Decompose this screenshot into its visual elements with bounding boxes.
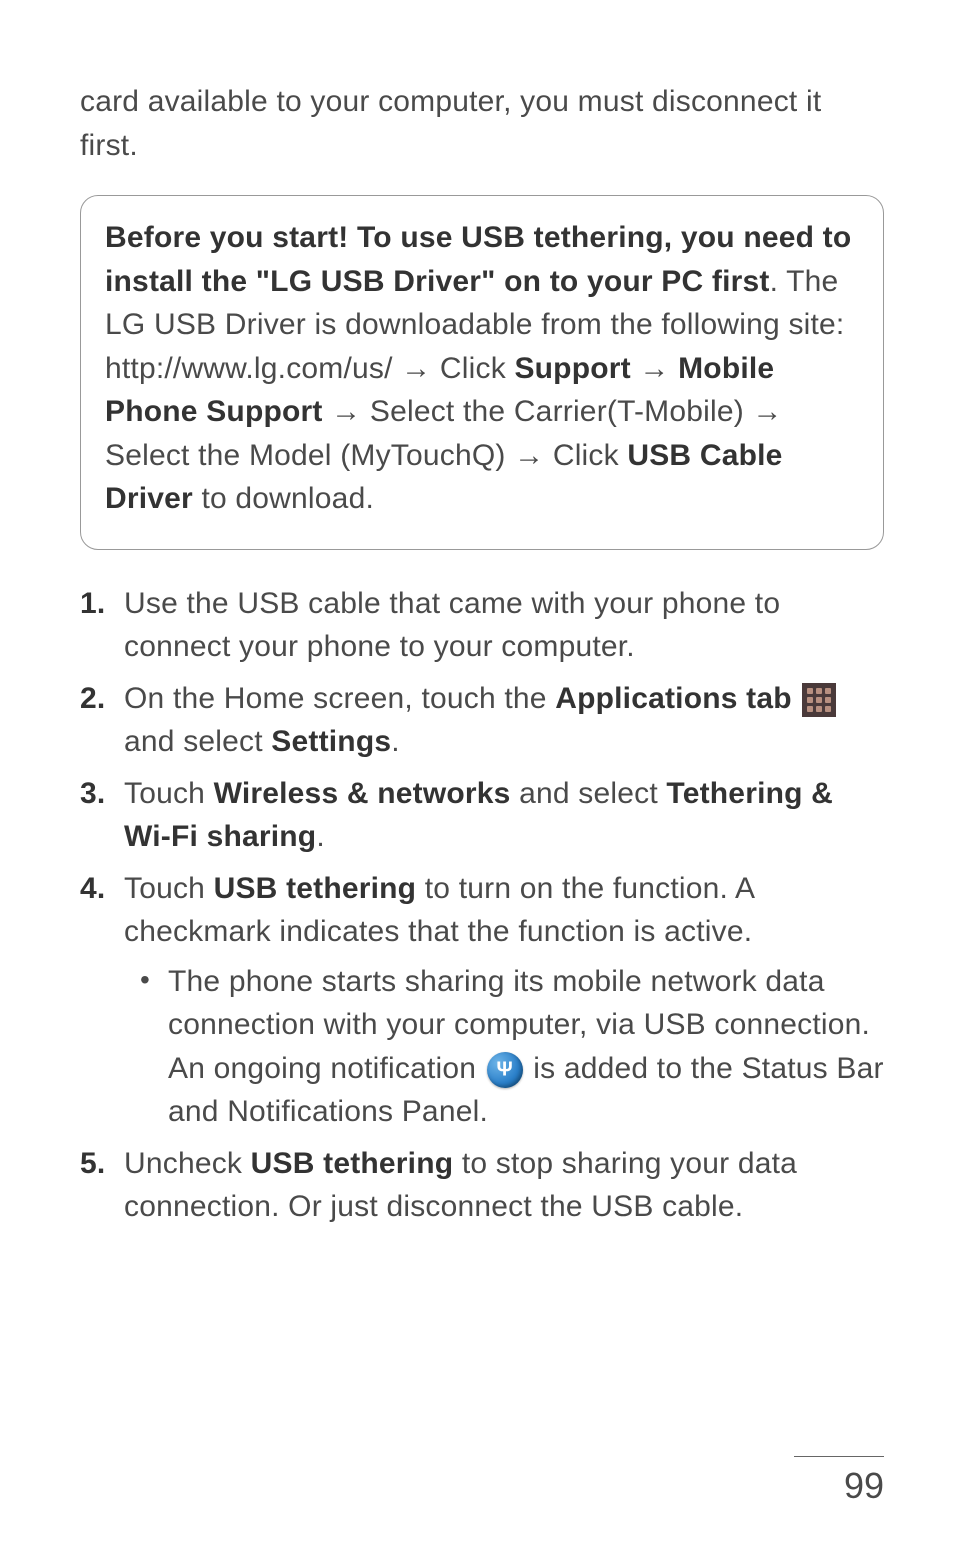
step-2-bold-d: Settings: [271, 725, 391, 758]
usb-notification-icon: [487, 1052, 523, 1088]
steps-list: Use the USB cable that came with your ph…: [80, 582, 884, 1229]
step-5-text-a: Uncheck: [124, 1147, 251, 1180]
step-3-text-a: Touch: [124, 777, 214, 810]
note-bold-1: Before you start! To use USB tethering, …: [105, 221, 851, 298]
applications-tab-icon: [802, 683, 836, 717]
step-1: Use the USB cable that came with your ph…: [80, 582, 884, 669]
step-4-bullet: The phone starts sharing its mobile netw…: [124, 960, 884, 1134]
intro-paragraph: card available to your computer, you mus…: [80, 80, 884, 167]
step-3-text-c: and select: [511, 777, 667, 810]
page-footer-line: [794, 1456, 884, 1458]
page-number: 99: [794, 1465, 884, 1507]
step-5: Uncheck USB tethering to stop sharing yo…: [80, 1142, 884, 1229]
step-2-bold-b: Applications tab: [555, 682, 792, 715]
step-4-text-a: Touch: [124, 872, 214, 905]
step-3: Touch Wireless & networks and select Tet…: [80, 772, 884, 859]
step-2-text-e: .: [391, 725, 400, 758]
step-4: Touch USB tethering to turn on the funct…: [80, 867, 884, 1134]
step-2-text-c: and select: [124, 725, 271, 758]
note-text-4: to download.: [193, 482, 374, 515]
note-bold-2: Support: [514, 352, 630, 385]
step-4-bold-b: USB tethering: [214, 872, 417, 905]
step-2-text-a: On the Home screen, touch the: [124, 682, 555, 715]
step-1-text: Use the USB cable that came with your ph…: [124, 587, 780, 664]
step-2: On the Home screen, touch the Applicatio…: [80, 677, 884, 764]
note-box: Before you start! To use USB tethering, …: [80, 195, 884, 550]
step-3-bold-b: Wireless & networks: [214, 777, 511, 810]
step-3-text-e: .: [316, 820, 325, 853]
page-footer: 99: [794, 1456, 884, 1508]
step-5-bold-b: USB tethering: [251, 1147, 454, 1180]
note-text-2: →: [631, 352, 678, 385]
